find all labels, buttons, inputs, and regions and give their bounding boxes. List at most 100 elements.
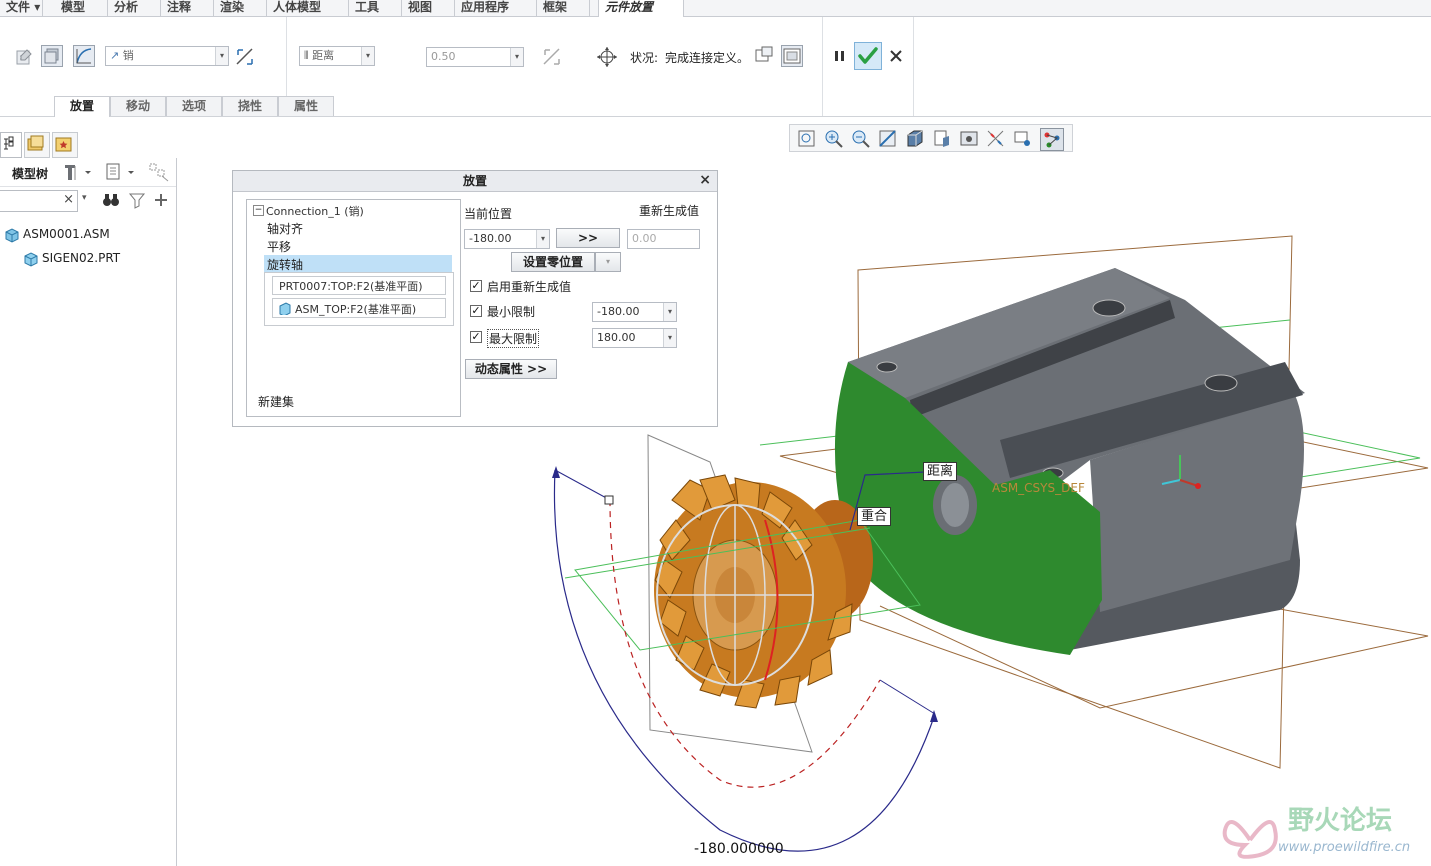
max-limit-input[interactable]: 180.00 ▾ — [592, 328, 677, 348]
reference-collector[interactable]: PRT0007:TOP:F2(基准平面) ASM_TOP:F2(基准平面) — [264, 272, 454, 326]
ribbon: ↗ 销 ▾ ⫴ 距离 ▾ 0.50 ▾ 状况: 完成连接定义。 放置 移动 选项… — [0, 17, 1431, 117]
saved-orientations-icon[interactable] — [931, 128, 953, 149]
menu-component-placement[interactable]: 元件放置 — [598, 0, 684, 17]
flip-constraint-icon[interactable] — [540, 45, 562, 67]
settings-icon[interactable] — [61, 162, 95, 182]
annotation-display-icon[interactable] — [1040, 128, 1064, 151]
regen-value-input[interactable]: 0.00 — [627, 229, 700, 249]
connection-item[interactable]: Connection_1 (销) — [266, 203, 364, 219]
add-icon[interactable] — [151, 190, 171, 210]
display-style-icon[interactable] — [904, 128, 926, 149]
chevron-down-icon: ▾ — [510, 48, 523, 66]
cancel-x-icon[interactable] — [885, 45, 907, 67]
subtab-properties[interactable]: 属性 — [278, 96, 334, 116]
clear-icon[interactable]: × — [63, 192, 74, 207]
model-tree-tab-icon[interactable] — [0, 132, 22, 158]
watermark-title: 野火论坛 — [1288, 806, 1393, 836]
menu-manikin[interactable]: 人体模型 — [267, 0, 349, 16]
dynamic-properties-button[interactable]: 动态属性 >> — [465, 359, 557, 379]
coincident-constraint-tag[interactable]: 重合 — [857, 507, 892, 526]
chevron-down-icon[interactable]: ▾ — [595, 252, 621, 272]
regen-value-label: 重新生成值 — [639, 204, 700, 218]
assembly-window-icon[interactable] — [781, 45, 803, 67]
menu-applications[interactable]: 应用程序 — [455, 0, 537, 16]
move-component-icon[interactable] — [594, 44, 620, 70]
set-zero-position-button[interactable]: 设置零位置 — [511, 252, 595, 272]
favorites-icon[interactable] — [52, 132, 78, 158]
connection-mode-icon[interactable] — [73, 45, 95, 67]
max-limit-checkbox[interactable]: ✓ — [470, 331, 482, 343]
confirm-check-icon[interactable] — [854, 42, 882, 70]
enable-regen-checkbox[interactable]: ✓ — [470, 280, 482, 292]
flip-icon[interactable] — [233, 45, 255, 67]
block-part: ASM_CSYS_DEF — [834, 268, 1305, 655]
datum-display-icon[interactable] — [985, 128, 1007, 149]
constraint-item-label: 旋转轴 — [267, 258, 304, 272]
zoom-out-icon[interactable] — [850, 128, 872, 149]
menu-file[interactable]: 文件 ▾ — [0, 0, 43, 16]
menu-analysis[interactable]: 分析 — [108, 0, 161, 16]
search-input[interactable]: × — [0, 190, 78, 212]
user-defined-icon[interactable] — [13, 46, 35, 68]
menu-render[interactable]: 渲染 — [214, 0, 267, 16]
ribbon-divider — [822, 17, 823, 116]
constraint-item-translate[interactable]: 平移 — [267, 238, 291, 255]
connection-type-select[interactable]: ↗ 销 ▾ — [105, 46, 229, 66]
part-icon — [24, 252, 38, 267]
subtab-options[interactable]: 选项 — [166, 96, 222, 116]
constraint-item-axis-align[interactable]: 轴对齐 — [267, 220, 303, 237]
constraint-tree: − Connection_1 (销) 轴对齐 平移 旋转轴 PRT0007:TO… — [246, 199, 461, 417]
show-icon[interactable] — [104, 162, 138, 182]
chevron-down-icon: ▾ — [536, 230, 549, 248]
angle-readout: -180.000000 — [694, 841, 784, 857]
placement-display-icon[interactable] — [41, 45, 63, 67]
gear-part — [564, 434, 921, 753]
constraint-type-select[interactable]: ⫴ 距离 ▾ — [299, 46, 375, 66]
refit-icon[interactable] — [796, 128, 818, 149]
current-position-label: 当前位置 — [464, 207, 513, 221]
placement-panel: 放置 × − Connection_1 (销) 轴对齐 平移 旋转轴 PRT00… — [232, 170, 718, 427]
menu-tools[interactable]: 工具 — [349, 0, 402, 16]
panel-title: 放置 — [233, 171, 717, 192]
subtab-move[interactable]: 移动 — [110, 96, 166, 116]
menu-view[interactable]: 视图 — [402, 0, 455, 16]
min-limit-checkbox[interactable]: ✓ — [470, 305, 482, 317]
zoom-in-icon[interactable] — [823, 128, 845, 149]
current-position-input[interactable]: -180.00 ▾ — [464, 229, 550, 249]
pause-icon[interactable] — [829, 45, 851, 67]
menu-annotate[interactable]: 注释 — [161, 0, 214, 16]
folder-browser-icon[interactable] — [24, 132, 50, 158]
view-manager-icon[interactable] — [958, 128, 980, 149]
reference-item[interactable]: ASM_TOP:F2(基准平面) — [272, 298, 446, 318]
chevron-down-icon: ▾ — [215, 47, 228, 65]
subtab-placement[interactable]: 放置 — [54, 96, 110, 117]
spin-center-icon[interactable] — [1012, 128, 1034, 149]
subtab-flexibility[interactable]: 挠性 — [222, 96, 278, 116]
min-limit-input[interactable]: -180.00 ▾ — [592, 302, 677, 322]
menu-framework[interactable]: 框架 — [537, 0, 590, 16]
min-limit-label: 最小限制 — [487, 305, 536, 319]
chevron-down-icon[interactable]: ▾ — [82, 193, 96, 207]
csys-label: ASM_CSYS_DEF — [992, 481, 1085, 495]
chevron-down-icon: ▾ — [361, 47, 374, 65]
apply-position-button[interactable]: >> — [556, 228, 620, 248]
separate-window-icon[interactable] — [753, 45, 775, 67]
filter-icon[interactable] — [127, 190, 147, 210]
reference-item[interactable]: PRT0007:TOP:F2(基准平面) — [272, 276, 446, 295]
distance-constraint-tag[interactable]: 距离 — [923, 462, 958, 481]
new-set-link[interactable]: 新建集 — [258, 393, 294, 410]
status-label: 状况: — [630, 51, 659, 65]
max-limit-label: 最大限制 — [487, 329, 540, 348]
collapse-icon[interactable]: − — [253, 205, 264, 216]
status-value: 完成连接定义。 — [665, 51, 750, 65]
repaint-icon[interactable] — [877, 128, 899, 149]
navigator-tabs — [0, 130, 80, 158]
tree-item-label: ASM0001.ASM — [23, 227, 110, 241]
menu-model[interactable]: 模型 — [55, 0, 108, 16]
close-icon[interactable]: × — [699, 172, 711, 188]
constraint-item-rotation-axis[interactable]: 旋转轴 — [264, 255, 452, 272]
offset-input[interactable]: 0.50 ▾ — [426, 47, 524, 67]
graphics-area[interactable]: ASM_CSYS_DEF — [0, 0, 1431, 866]
binoculars-icon[interactable] — [101, 190, 121, 210]
filter-settings-icon[interactable] — [148, 162, 172, 182]
